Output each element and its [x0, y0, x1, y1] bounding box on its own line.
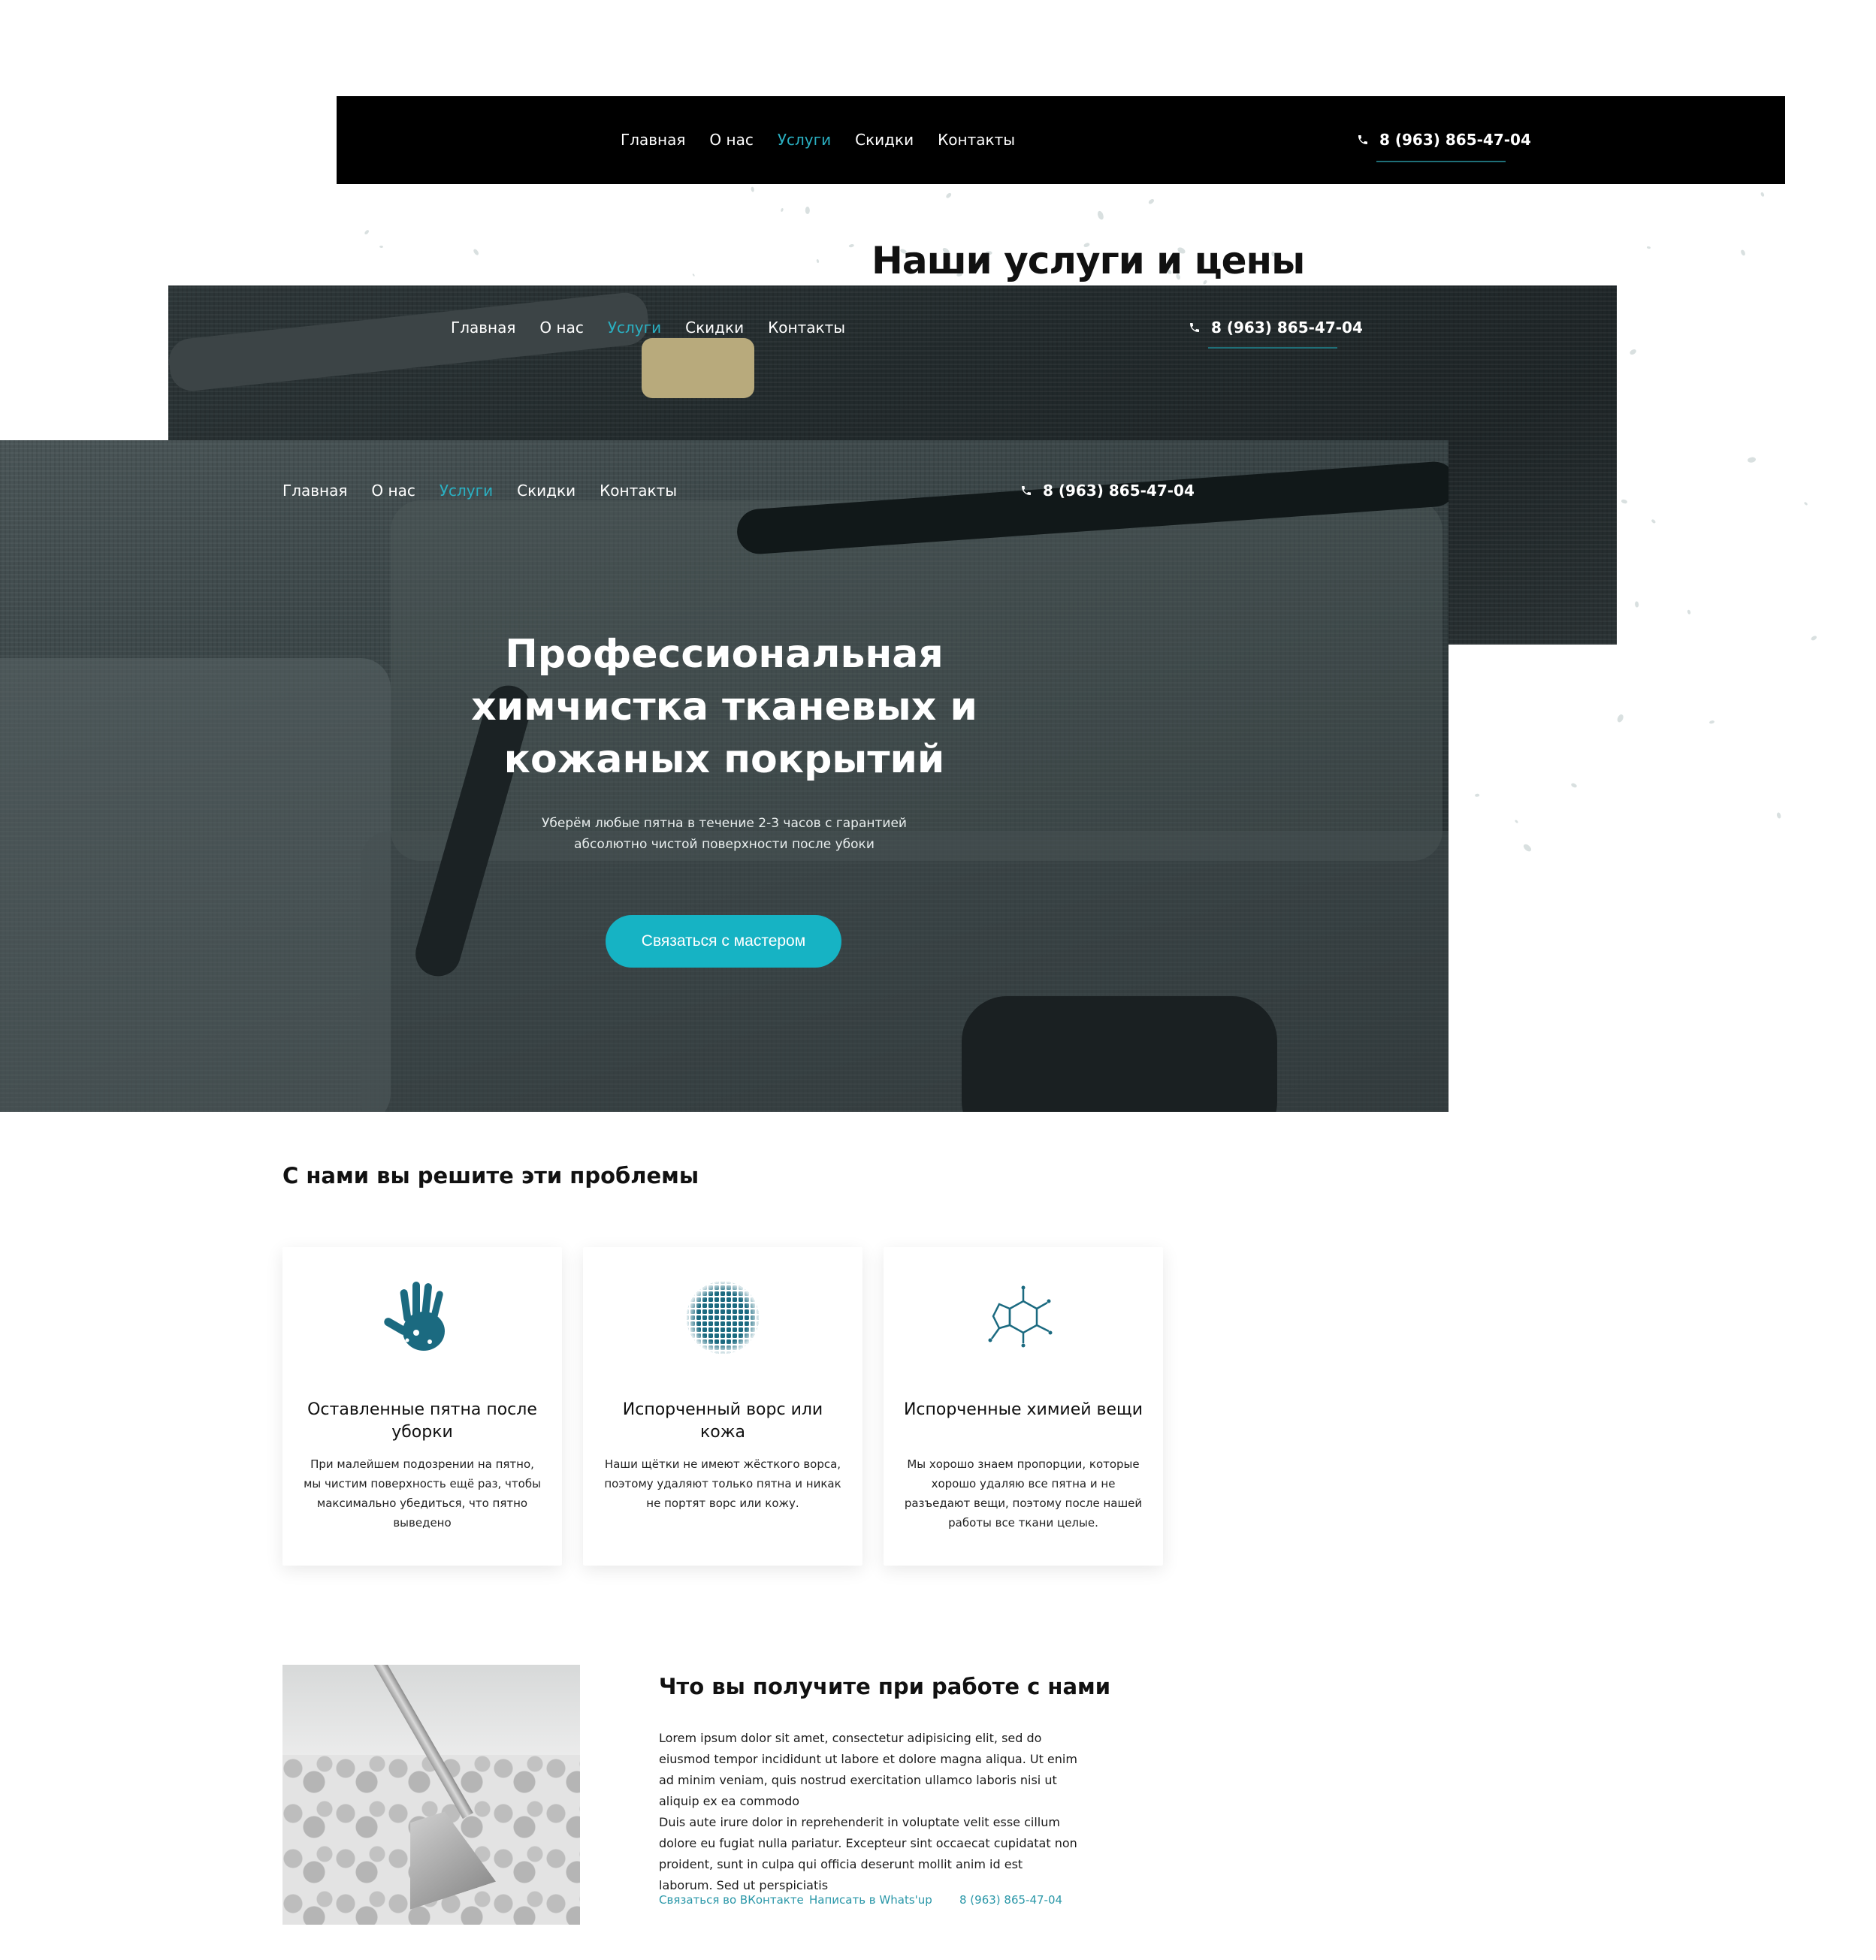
background-dot [1621, 498, 1627, 504]
problem-card: Испорченные химией вещи Мы хорошо знаем … [884, 1247, 1163, 1566]
problem-card: Оставленные пятна после уборки При малей… [282, 1247, 562, 1566]
phone-link[interactable]: 8 (963) 865-47-04 [1357, 131, 1531, 149]
nav-item-services[interactable]: Услуги [440, 482, 493, 500]
nav-item-contacts[interactable]: Контакты [768, 319, 845, 337]
services-heading: Наши услуги и цены [872, 239, 1305, 282]
nozzle-image [642, 338, 754, 398]
background-dot [805, 207, 810, 215]
phone-icon [1190, 323, 1199, 332]
phone-underline [1208, 347, 1337, 349]
background-dot [1740, 249, 1747, 257]
card-title: Оставленные пятна после уборки [307, 1400, 537, 1442]
background-dot [945, 192, 953, 199]
background-dot [1810, 635, 1817, 642]
nav-item-contacts[interactable]: Контакты [938, 131, 1015, 149]
card-text: Мы хорошо знаем пропорции, которые хорош… [904, 1457, 1143, 1530]
phone-number: 8 (963) 865-47-04 [1379, 131, 1531, 149]
background-dot [780, 207, 784, 213]
nav-item-about[interactable]: О нас [371, 482, 415, 500]
hero-section: Главная О нас Услуги Скидки Контакты 8 (… [0, 440, 1449, 1112]
background-dot [1687, 609, 1692, 615]
background-dot [750, 186, 754, 193]
carpet-cleaning-image [282, 1665, 580, 1925]
nav-item-home[interactable]: Главная [282, 482, 347, 500]
background-dot [848, 243, 855, 248]
nav-item-about[interactable]: О нас [539, 319, 583, 337]
contact-master-button[interactable]: Связаться с мастером [606, 915, 841, 968]
background-dot [1776, 811, 1782, 819]
phone-underline [1376, 161, 1506, 162]
nav-item-discounts[interactable]: Скидки [517, 482, 575, 500]
handprint-icon [384, 1282, 445, 1351]
benefits-paragraph: Duis aute irure dolor in reprehenderit i… [659, 1815, 1077, 1892]
nav-item-contacts[interactable]: Контакты [600, 482, 677, 500]
nav-menu: Главная О нас Услуги Скидки Контакты [621, 131, 1039, 149]
background-dot [1646, 246, 1651, 249]
phone-number: 8 (963) 865-47-04 [1043, 482, 1195, 500]
nav-item-home[interactable]: Главная [621, 131, 685, 149]
problem-card: Испорченный ворс или кожа Наши щётки не … [583, 1247, 862, 1566]
background-dot [1747, 457, 1757, 464]
background-dot [816, 258, 820, 264]
preview-layer-1: Главная О нас Услуги Скидки Контакты 8 (… [337, 96, 1785, 184]
phone-icon [1022, 486, 1031, 495]
background-dot [1615, 713, 1625, 723]
background-dot [691, 273, 695, 277]
hero-title: Профессиональная химчистка тканевых и ко… [471, 632, 977, 782]
background-dot [1148, 198, 1156, 205]
nav-item-discounts[interactable]: Скидки [855, 131, 914, 149]
card-text: Наши щётки не имеют жёсткого ворса, поэт… [604, 1457, 841, 1510]
benefits-title: Что вы получите при работе с нами [659, 1674, 1111, 1699]
nav-item-services[interactable]: Услуги [608, 319, 661, 337]
cleaning-machine-image [962, 996, 1277, 1112]
background-dot [1634, 601, 1639, 608]
phone-link[interactable]: 8 (963) 865-47-04 [1189, 319, 1363, 337]
background-dot [1629, 349, 1638, 356]
phone-link[interactable]: 8 (963) 865-47-04 [959, 1893, 1062, 1907]
vk-link[interactable]: Связаться во ВКонтакте [659, 1893, 804, 1907]
background-dot [379, 245, 384, 249]
molecule-icon [988, 1285, 1053, 1348]
card-title: Испорченный ворс или кожа [622, 1400, 823, 1442]
nav-item-about[interactable]: О нас [709, 131, 753, 149]
background-dot [1570, 782, 1578, 789]
fabric-sphere-icon [687, 1282, 759, 1354]
card-text: При малейшем подозрении на пятно, мы чис… [304, 1457, 541, 1530]
background-dot [1760, 191, 1765, 197]
phone-number: 8 (963) 865-47-04 [1211, 319, 1363, 337]
nav-item-services[interactable]: Услуги [778, 131, 831, 149]
background-dot [472, 248, 480, 256]
nav-item-discounts[interactable]: Скидки [685, 319, 744, 337]
phone-link[interactable]: 8 (963) 865-47-04 [1020, 482, 1195, 500]
background-dot [1475, 793, 1480, 797]
background-dot [1803, 501, 1808, 506]
background-dot [364, 229, 370, 235]
hero-subtitle: Уберём любые пятна в течение 2-3 часов с… [542, 816, 907, 852]
problems-title: С нами вы решите эти проблемы [282, 1163, 699, 1188]
background-dot [1522, 842, 1533, 853]
card-title: Испорченные химией вещи [903, 1400, 1143, 1419]
background-dot [1651, 518, 1657, 524]
nav-menu: Главная О нас Услуги Скидки Контакты [282, 482, 701, 500]
background-dot [1708, 719, 1715, 724]
whatsapp-link[interactable]: Написать в Whats'up [809, 1893, 932, 1907]
nav-item-home[interactable]: Главная [451, 319, 515, 337]
background-dot [1515, 820, 1519, 824]
nav-menu: Главная О нас Услуги Скидки Контакты [451, 319, 869, 337]
phone-icon [1358, 135, 1367, 144]
benefits-paragraph: Lorem ipsum dolor sit amet, consectetur … [659, 1731, 1077, 1808]
sofa-seat-image [361, 831, 1449, 1112]
background-dot [1096, 210, 1104, 221]
